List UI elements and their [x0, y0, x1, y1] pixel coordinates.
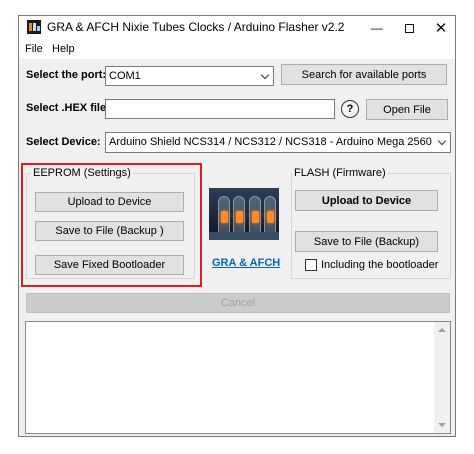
include-bootloader-checkbox[interactable]: Including the bootloader: [305, 259, 438, 271]
hex-file-input[interactable]: [105, 99, 335, 119]
checkbox-box[interactable]: [305, 259, 317, 271]
minimize-button[interactable]: —: [361, 16, 393, 40]
menu-bar: File Help: [19, 40, 455, 59]
include-bootloader-label: Including the bootloader: [321, 259, 439, 271]
scroll-up-icon[interactable]: [434, 322, 450, 338]
device-select[interactable]: Arduino Shield NCS314 / NCS312 / NCS318 …: [105, 132, 451, 153]
gra-afch-link[interactable]: GRA & AFCH: [212, 257, 280, 269]
cancel-button[interactable]: Cancel: [26, 293, 450, 313]
flash-group-label: FLASH (Firmware): [292, 167, 388, 179]
window-title: GRA & AFCH Nixie Tubes Clocks / Arduino …: [47, 20, 345, 34]
flash-save-button[interactable]: Save to File (Backup): [295, 231, 438, 252]
maximize-icon: [404, 23, 414, 33]
log-output[interactable]: [25, 321, 451, 434]
port-select-value: COM1: [109, 70, 141, 82]
close-button[interactable]: ✕: [425, 16, 455, 40]
device-label: Select Device:: [26, 136, 101, 148]
flash-upload-button[interactable]: Upload to Device: [295, 190, 438, 211]
open-file-button[interactable]: Open File: [366, 99, 448, 120]
app-window: GRA & AFCH Nixie Tubes Clocks / Arduino …: [18, 15, 456, 437]
chevron-down-icon: [434, 133, 450, 152]
help-icon[interactable]: ?: [341, 100, 359, 118]
device-select-value: Arduino Shield NCS314 / NCS312 / NCS318 …: [109, 136, 450, 148]
scroll-down-icon[interactable]: [434, 417, 450, 433]
menu-help[interactable]: Help: [52, 43, 75, 55]
title-bar[interactable]: GRA & AFCH Nixie Tubes Clocks / Arduino …: [19, 16, 455, 40]
chevron-down-icon: [257, 67, 273, 85]
search-ports-button[interactable]: Search for available ports: [281, 64, 447, 85]
maximize-button[interactable]: [393, 16, 425, 40]
port-label: Select the port:: [26, 69, 107, 81]
log-scrollbar[interactable]: [434, 322, 450, 433]
port-select[interactable]: COM1: [105, 66, 274, 86]
hex-label: Select .HEX file: [26, 102, 107, 114]
nixie-tubes-image: [209, 188, 279, 240]
menu-file[interactable]: File: [25, 43, 43, 55]
app-nixie-icon: [27, 20, 41, 34]
highlight-frame: [21, 163, 202, 287]
